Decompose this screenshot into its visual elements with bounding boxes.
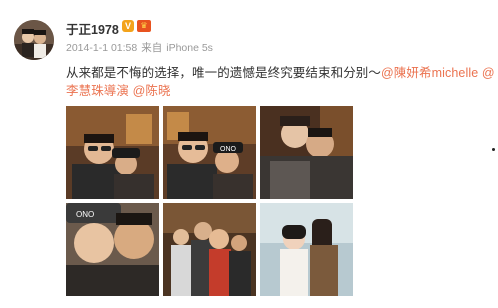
cap-text: ONO: [76, 210, 94, 219]
v-badge-icon: V: [122, 20, 134, 32]
mention-link[interactable]: @陈晓: [133, 84, 171, 98]
photo-thumbnail[interactable]: ONO: [66, 203, 159, 296]
photo-thumbnail[interactable]: [260, 106, 353, 199]
photo-thumbnail[interactable]: [163, 203, 256, 296]
avatar[interactable]: [14, 20, 54, 60]
post-content: 从来都是不悔的选择，唯一的遗憾是终究要结束和分别～@陳妍希michelle @李…: [66, 64, 496, 100]
source-prefix: 来自: [141, 42, 163, 54]
post-text: 从来都是不悔的选择，唯一的遗憾是终究要结束和分别～: [66, 66, 382, 80]
photo-grid: ONO ONO: [66, 106, 354, 302]
cap-text: ONO: [220, 146, 237, 153]
username-link[interactable]: 于正1978: [66, 19, 119, 38]
post-meta: 2014-1-1 01:58 来自 iPhone 5s: [66, 40, 217, 55]
photo-thumbnail[interactable]: [66, 106, 159, 199]
crown-icon[interactable]: ♛: [137, 20, 151, 32]
post-source[interactable]: iPhone 5s: [166, 42, 213, 54]
post-time[interactable]: 2014-1-1 01:58: [66, 42, 137, 54]
photo-thumbnail[interactable]: ONO: [163, 106, 256, 199]
photo-thumbnail[interactable]: [260, 203, 353, 296]
mention-link[interactable]: @陳妍希michelle: [381, 66, 478, 80]
separator-dot: [492, 148, 495, 151]
